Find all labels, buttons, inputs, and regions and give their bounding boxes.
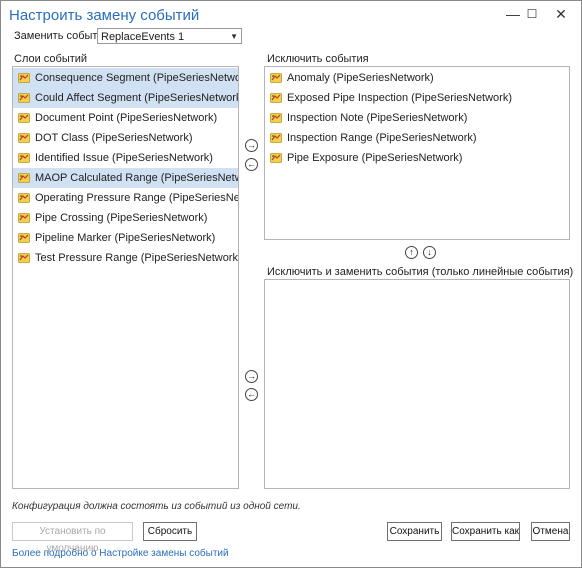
feature-layer-icon xyxy=(270,113,282,123)
help-link[interactable]: Более подробно о Настройке замены событи… xyxy=(12,548,229,559)
minimize-icon[interactable]: — xyxy=(503,5,523,23)
exclude-event-item-label: Inspection Range (PipeSeriesNetwork) xyxy=(287,132,477,144)
event-layer-item-label: DOT Class (PipeSeriesNetwork) xyxy=(35,132,193,144)
exclude-event-item[interactable]: Inspection Note (PipeSeriesNetwork) xyxy=(265,108,569,128)
event-layer-item-label: Identified Issue (PipeSeriesNetwork) xyxy=(35,152,213,164)
event-layers-label: Слои событий xyxy=(14,53,88,65)
feature-layer-icon xyxy=(18,93,30,103)
exclude-replace-events-label: Исключить и заменить события (только лин… xyxy=(267,266,574,278)
exclude-event-item[interactable]: Exposed Pipe Inspection (PipeSeriesNetwo… xyxy=(265,88,569,108)
move-up-button[interactable]: ↑ xyxy=(405,246,418,259)
feature-layer-icon xyxy=(18,153,30,163)
replace-events-dropdown[interactable]: ReplaceEvents 1 ▼ xyxy=(97,28,242,44)
exclude-events-label: Исключить события xyxy=(267,53,369,65)
feature-layer-icon xyxy=(18,133,30,143)
event-layer-item[interactable]: Pipeline Marker (PipeSeriesNetwork) xyxy=(13,228,238,248)
exclude-event-item-label: Pipe Exposure (PipeSeriesNetwork) xyxy=(287,152,463,164)
event-layer-item[interactable]: MAOP Calculated Range (PipeSeriesNetwork… xyxy=(13,168,238,188)
event-layer-item-label: MAOP Calculated Range (PipeSeriesNetwork… xyxy=(35,172,239,184)
exclude-event-item-label: Anomaly (PipeSeriesNetwork) xyxy=(287,72,434,84)
exclude-event-item[interactable]: Inspection Range (PipeSeriesNetwork) xyxy=(265,128,569,148)
feature-layer-icon xyxy=(18,193,30,203)
feature-layer-icon xyxy=(270,133,282,143)
feature-layer-icon xyxy=(270,73,282,83)
event-layer-item[interactable]: Operating Pressure Range (PipeSeriesNetw… xyxy=(13,188,238,208)
configure-replace-events-dialog: Настроить замену событий — ☐ ✕ Заменить … xyxy=(0,0,582,568)
feature-layer-icon xyxy=(18,253,30,263)
event-layer-item-label: Could Affect Segment (PipeSeriesNetwork) xyxy=(35,92,239,104)
feature-layer-icon xyxy=(18,73,30,83)
event-layer-item-label: Test Pressure Range (PipeSeriesNetwork) xyxy=(35,252,239,264)
exclude-event-item-label: Inspection Note (PipeSeriesNetwork) xyxy=(287,112,468,124)
feature-layer-icon xyxy=(18,233,30,243)
event-layer-item[interactable]: DOT Class (PipeSeriesNetwork) xyxy=(13,128,238,148)
cancel-button[interactable]: Отмена xyxy=(531,522,570,541)
configuration-note: Конфигурация должна состоять из событий … xyxy=(12,501,301,512)
add-to-exclude-replace-button[interactable]: → xyxy=(245,370,258,383)
event-layer-item[interactable]: Could Affect Segment (PipeSeriesNetwork) xyxy=(13,88,238,108)
feature-layer-icon xyxy=(18,173,30,183)
move-down-button[interactable]: ↓ xyxy=(423,246,436,259)
close-icon[interactable]: ✕ xyxy=(551,5,571,23)
feature-layer-icon xyxy=(18,213,30,223)
exclude-event-item[interactable]: Anomaly (PipeSeriesNetwork) xyxy=(265,68,569,88)
event-layer-item-label: Pipe Crossing (PipeSeriesNetwork) xyxy=(35,212,208,224)
set-default-button[interactable]: Установить по умолчанию xyxy=(12,522,133,554)
event-layer-item[interactable]: Pipe Crossing (PipeSeriesNetwork) xyxy=(13,208,238,228)
replace-events-label: Заменить события xyxy=(14,30,110,42)
exclude-event-item-label: Exposed Pipe Inspection (PipeSeriesNetwo… xyxy=(287,92,513,104)
exclude-replace-events-list[interactable] xyxy=(264,279,570,489)
add-to-exclude-button[interactable]: → xyxy=(245,139,258,152)
event-layer-item-label: Pipeline Marker (PipeSeriesNetwork) xyxy=(35,232,216,244)
event-layer-item[interactable]: Identified Issue (PipeSeriesNetwork) xyxy=(13,148,238,168)
event-layer-item-label: Consequence Segment (PipeSeriesNetwork) xyxy=(35,72,239,84)
exclude-events-list[interactable]: Anomaly (PipeSeriesNetwork) Exposed Pipe … xyxy=(264,66,570,240)
event-layers-list[interactable]: Consequence Segment (PipeSeriesNetwork) C… xyxy=(12,66,239,489)
save-button[interactable]: Сохранить xyxy=(387,522,442,541)
event-layer-item-label: Operating Pressure Range (PipeSeriesNetw… xyxy=(35,192,238,204)
event-layer-item[interactable]: Consequence Segment (PipeSeriesNetwork) xyxy=(13,68,238,88)
event-layer-item[interactable]: Test Pressure Range (PipeSeriesNetwork) xyxy=(13,248,238,268)
feature-layer-icon xyxy=(18,113,30,123)
exclude-event-item[interactable]: Pipe Exposure (PipeSeriesNetwork) xyxy=(265,148,569,168)
maximize-icon[interactable]: ☐ xyxy=(522,5,542,23)
dialog-title: Настроить замену событий xyxy=(9,7,200,24)
remove-from-exclude-replace-button[interactable]: ← xyxy=(245,388,258,401)
replace-events-value: ReplaceEvents 1 xyxy=(101,31,185,43)
feature-layer-icon xyxy=(270,153,282,163)
event-layer-item[interactable]: Document Point (PipeSeriesNetwork) xyxy=(13,108,238,128)
feature-layer-icon xyxy=(270,93,282,103)
event-layer-item-label: Document Point (PipeSeriesNetwork) xyxy=(35,112,218,124)
remove-from-exclude-button[interactable]: ← xyxy=(245,158,258,171)
save-as-button[interactable]: Сохранить как xyxy=(451,522,520,541)
chevron-down-icon: ▼ xyxy=(230,32,238,41)
reset-button[interactable]: Сбросить xyxy=(143,522,197,541)
